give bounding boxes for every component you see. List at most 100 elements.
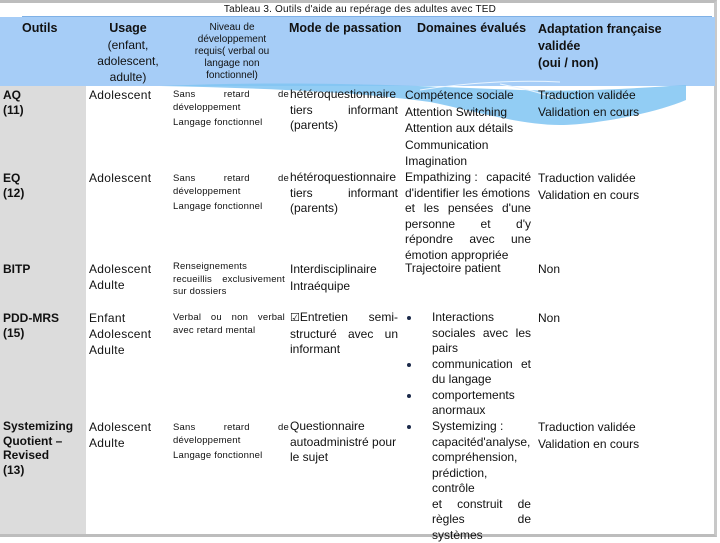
- domaine-item: Imagination: [405, 153, 531, 170]
- domaines-cell: Trajectoire patient: [405, 261, 501, 277]
- mode-line: (parents): [290, 118, 398, 134]
- mode-line: Questionnaire: [290, 419, 400, 435]
- header-usage-line3: adulte): [92, 69, 164, 85]
- domaine-line: Interactions: [432, 310, 531, 326]
- niveau-cell: Verbalounonverbal avec retard mental: [173, 311, 285, 337]
- header-outils: Outils: [22, 21, 57, 37]
- table-row-pdd-mrs: PDD-MRS (15): [3, 311, 59, 340]
- domaine-word: de: [518, 497, 531, 513]
- usage-item: Adolescent: [89, 326, 151, 342]
- usage-item: Adolescent: [89, 419, 151, 435]
- niveau-line: sur dossiers: [173, 286, 285, 299]
- header-adaptation: Adaptation française validée (oui / non): [538, 21, 662, 72]
- usage-item: Adolescent: [89, 170, 151, 186]
- table-caption: Tableau 3. Outils d'aide au repérage des…: [0, 4, 720, 15]
- usage-cell: Adolescent: [89, 87, 151, 103]
- domaine-word: et: [481, 217, 491, 233]
- niveau-line: Langage fonctionnel: [173, 116, 289, 129]
- niveau-cell: Sansretardde développement Langage fonct…: [173, 88, 289, 129]
- domaine-word: avec: [483, 326, 508, 342]
- header-niveau-line2: développement: [182, 34, 282, 46]
- domaine-line: du langage: [432, 372, 531, 388]
- domaine-line: compréhension,: [432, 450, 531, 466]
- niveau-word: de: [278, 421, 289, 434]
- tool-ref: (11): [3, 103, 24, 118]
- domaine-word: les: [424, 201, 439, 217]
- header-adaptation-line2: validée: [538, 38, 662, 55]
- header-niveau-line4: langage non: [182, 58, 282, 70]
- niveau-word: retard: [224, 172, 250, 185]
- usage-item: Adolescent: [89, 87, 151, 103]
- tool-name: Revised: [3, 448, 73, 463]
- adaptation-item: Validation en cours: [538, 104, 639, 121]
- usage-cell: Adolescent Adulte: [89, 419, 151, 451]
- domaine-word: les: [516, 326, 531, 342]
- domaine-line: anormaux: [432, 403, 531, 419]
- header-niveau-line1: Niveau de: [182, 22, 282, 34]
- niveau-word: ou: [211, 311, 222, 324]
- domaines-bullet-list: Systemizing : capacitéd'analyse, compréh…: [405, 419, 531, 543]
- header-adaptation-line3: (oui / non): [538, 55, 662, 72]
- adaptation-cell: Non: [538, 261, 560, 278]
- niveau-word: exclusivement: [222, 274, 285, 287]
- usage-cell: Adolescent: [89, 170, 151, 186]
- mode-word: structuré: [290, 327, 337, 343]
- tool-name: Systemizing: [3, 419, 73, 434]
- usage-item: Adulte: [89, 277, 151, 293]
- niveau-word: retard: [224, 88, 250, 101]
- mode-line: hétéroquestionnaire: [290, 170, 398, 186]
- adaptation-item: Traduction validée: [538, 419, 639, 436]
- adaptation-item: Traduction validée: [538, 87, 639, 104]
- mode-line: (parents): [290, 201, 398, 217]
- tool-ref: (13): [3, 463, 73, 478]
- header-usage-title: Usage: [92, 21, 164, 37]
- tool-name: EQ: [3, 171, 24, 186]
- domaines-cell: Systemizing : capacitéd'analyse, compréh…: [405, 419, 531, 543]
- mode-word: avec: [348, 327, 373, 343]
- niveau-word: retard: [224, 421, 250, 434]
- domaine-word: une: [511, 232, 531, 248]
- mode-word: semi-: [369, 310, 398, 327]
- domaine-word: personne: [405, 217, 455, 233]
- domaine-word: Empathizing :: [405, 170, 478, 186]
- mode-cell: hétéroquestionnaire tiersinformant (pare…: [290, 170, 398, 217]
- domaine-word: sociales: [432, 326, 475, 342]
- niveau-line: Langage fonctionnel: [173, 200, 289, 213]
- usage-item: Adolescent: [89, 261, 151, 277]
- header-usage: Usage (enfant, adolescent, adulte): [92, 21, 164, 85]
- niveau-word: Sans: [173, 172, 195, 185]
- domaine-word: de: [518, 512, 531, 528]
- domaine-word: répondre: [405, 232, 453, 248]
- tool-name: Quotient –: [3, 434, 73, 449]
- domaine-word: construit: [457, 497, 502, 513]
- niveau-word: de: [278, 172, 289, 185]
- domaine-bullet-item: communicationet du langage: [405, 357, 531, 388]
- niveau-word: recueillis: [173, 274, 212, 287]
- mode-word: Entretien: [300, 310, 348, 324]
- domaine-bullet-item: Systemizing : capacitéd'analyse, compréh…: [405, 419, 531, 543]
- mode-line: hétéroquestionnaire: [290, 87, 398, 103]
- niveau-word: de: [278, 88, 289, 101]
- header-niveau-line3: requis( verbal ou: [182, 46, 282, 58]
- adaptation-cell: Traduction validée Validation en cours: [538, 170, 639, 203]
- domaine-bullet-item: Interactions socialesavecles pairs: [405, 310, 531, 357]
- niveau-word: verbal: [258, 311, 285, 324]
- usage-item: Adulte: [89, 342, 151, 358]
- tool-name: PDD-MRS: [3, 311, 59, 326]
- tool-ref: (12): [3, 186, 24, 201]
- niveau-word: Sans: [173, 88, 195, 101]
- domaine-line: d'identifier les émotions: [405, 186, 531, 202]
- tool-name: AQ: [3, 88, 24, 103]
- mode-cell: Questionnaire autoadministré pour le suj…: [290, 419, 400, 466]
- niveau-line: développement: [173, 185, 289, 198]
- niveau-word: Sans: [173, 421, 195, 434]
- mode-cell: Interdisciplinaire Intraéquipe: [290, 261, 377, 294]
- domaine-word: règles: [432, 512, 465, 528]
- mode-word: tiers: [290, 103, 313, 119]
- domaine-word: avec: [469, 232, 494, 248]
- table-row-bitp: BITP: [3, 262, 30, 277]
- tool-ref: (15): [3, 326, 59, 341]
- domaine-word: et: [432, 497, 442, 513]
- domaine-line: capacitéd'analyse,: [432, 435, 531, 451]
- header-mode: Mode de passation: [289, 21, 402, 37]
